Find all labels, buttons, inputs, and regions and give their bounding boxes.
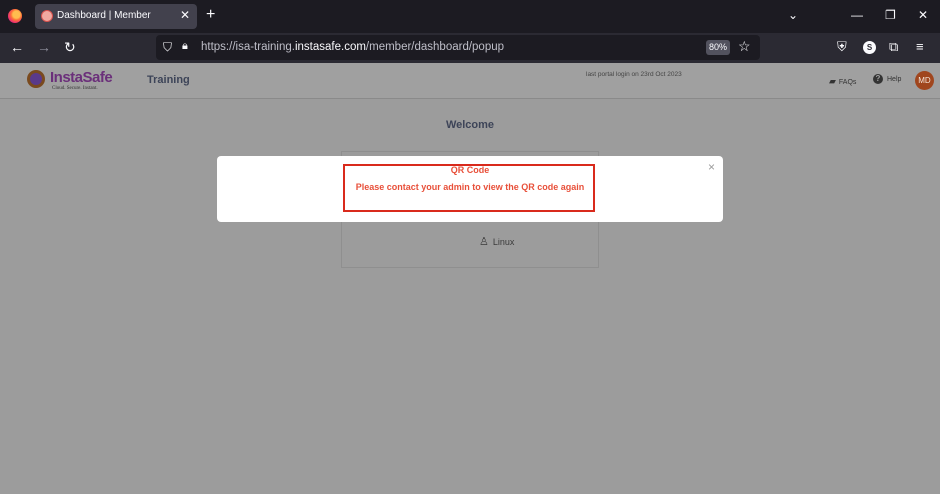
url-text[interactable]: https://isa-training.instasafe.com/membe… xyxy=(201,41,504,53)
tab-title: Dashboard | Member xyxy=(57,10,151,21)
browser-nav-bar: ← → ↻ ⛉ 🔒︎ https://isa-training.instasaf… xyxy=(0,33,940,63)
address-bar[interactable]: ⛉ 🔒︎ https://isa-training.instasafe.com/… xyxy=(156,35,760,60)
help-link[interactable]: ? Help xyxy=(873,74,901,84)
back-arrow-icon[interactable]: ← xyxy=(10,39,24,55)
extension-s-icon[interactable]: S xyxy=(863,41,876,54)
list-all-tabs-chevron-icon[interactable]: ⌄ xyxy=(788,8,798,22)
linux-penguin-icon: ♙ xyxy=(479,236,489,248)
welcome-heading: Welcome xyxy=(445,119,495,131)
favicon-icon xyxy=(41,10,53,22)
faqs-link[interactable]: ▰ FAQs xyxy=(829,76,856,87)
help-label: Help xyxy=(887,76,902,83)
extensions-puzzle-icon[interactable]: ⧉ xyxy=(889,40,898,54)
instasafe-logo-icon[interactable] xyxy=(27,70,45,88)
modal-message: Please contact your admin to view the QR… xyxy=(355,182,585,192)
minimize-icon[interactable]: — xyxy=(851,8,863,22)
firefox-logo-icon[interactable] xyxy=(8,9,22,23)
avatar[interactable]: MD xyxy=(915,71,934,90)
logo-tagline: Cloud. Secure. Instant. xyxy=(52,86,98,91)
new-tab-button[interactable]: + xyxy=(206,6,215,24)
window-close-icon[interactable]: ✕ xyxy=(918,8,928,22)
restore-icon[interactable]: ❐ xyxy=(885,8,896,22)
tab-close-icon[interactable]: ✕ xyxy=(180,8,190,22)
lock-icon[interactable]: 🔒︎ xyxy=(182,40,188,53)
faqs-label: FAQs xyxy=(838,79,857,86)
bookmark-star-icon[interactable]: ☆ xyxy=(738,38,751,55)
qr-code-modal: × QR Code Please contact your admin to v… xyxy=(217,156,723,222)
forward-arrow-icon[interactable]: → xyxy=(37,39,51,55)
browser-tab-bar: Dashboard | Member ✕ + ⌄ — ❐ ✕ xyxy=(0,0,940,33)
modal-title: QR Code xyxy=(450,165,490,175)
last-login-text: last portal login on 23rd Oct 2023 xyxy=(586,71,682,78)
reload-icon[interactable]: ↻ xyxy=(64,39,76,55)
tracking-shield-icon[interactable]: ⛉ xyxy=(163,40,172,55)
linux-option[interactable]: ♙ Linux xyxy=(479,235,514,248)
page-title: Training xyxy=(147,74,190,86)
tab-dashboard[interactable]: Dashboard | Member ✕ xyxy=(35,4,197,29)
site-header: InstaSafe Cloud. Secure. Instant. Traini… xyxy=(0,63,940,99)
help-question-icon: ? xyxy=(873,74,883,84)
menu-hamburger-icon[interactable]: ≡ xyxy=(916,40,924,54)
linux-label: Linux xyxy=(492,237,515,247)
pocket-icon[interactable]: ⛨ xyxy=(837,40,847,54)
page-content: InstaSafe Cloud. Secure. Instant. Traini… xyxy=(0,63,940,494)
chat-icon: ▰ xyxy=(829,76,836,86)
logo-text[interactable]: InstaSafe xyxy=(50,69,113,86)
zoom-level-badge[interactable]: 80% xyxy=(706,40,730,55)
